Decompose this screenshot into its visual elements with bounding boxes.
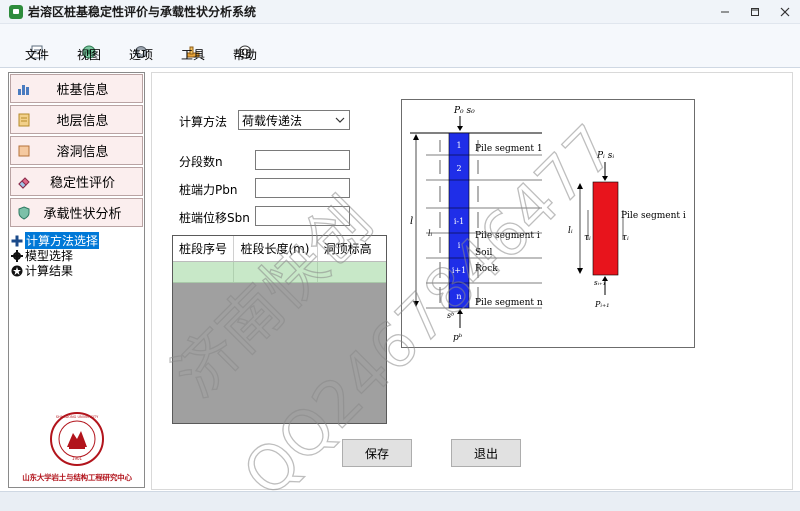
- svg-text:i: i: [458, 241, 461, 250]
- column-header[interactable]: 桩段序号: [173, 236, 235, 261]
- sidebar-item-label: 地层信息: [56, 114, 109, 129]
- label-pile-segment-i: Pile segment i: [475, 231, 540, 241]
- svg-text:2: 2: [456, 164, 461, 173]
- red-pile-segment: [592, 181, 619, 276]
- segments-input[interactable]: [255, 150, 350, 170]
- save-button[interactable]: 保存: [342, 439, 412, 467]
- logo-caption: 山东大学岩土与结构工程研究中心: [22, 473, 132, 482]
- sidebar-item-label: 溶洞信息: [56, 145, 109, 160]
- shield-icon: [17, 205, 31, 220]
- window-controls: [710, 0, 800, 24]
- label-pile-segment-n: Pile segment n: [475, 298, 543, 308]
- svg-text:i+1: i+1: [452, 266, 466, 275]
- exit-button[interactable]: 退出: [451, 439, 521, 467]
- document-icon: [17, 113, 31, 127]
- minimize-icon: [721, 11, 729, 13]
- sidebar-item-bearing-analysis[interactable]: 承载性状分析: [10, 198, 143, 227]
- label-rock: Rock: [475, 264, 498, 274]
- chevron-down-icon: [335, 117, 345, 123]
- university-seal-icon: 1901 SHANDONG UNIVERSITY: [50, 412, 104, 466]
- tree-item-model-select[interactable]: 模型选择: [11, 248, 143, 263]
- star-icon: [11, 265, 23, 277]
- svg-text:n: n: [456, 292, 461, 301]
- toolbar-view-button[interactable]: 视图: [66, 25, 112, 67]
- toolbar-label: 帮助: [232, 48, 257, 62]
- method-label: 计算方法: [179, 115, 228, 129]
- pile-segment-diagram: P₀ s₀ 1 2 i-1 i i+1 n l lᵢ Pile segment …: [410, 106, 686, 343]
- segments-label: 分段数n: [179, 155, 223, 169]
- tree-item-method-select[interactable]: 计算方法选择: [11, 232, 143, 249]
- svg-text:lᵢ: lᵢ: [568, 226, 573, 236]
- right-pile-label: Pile segment i: [621, 211, 686, 221]
- toolbar-help-button[interactable]: 帮助: [222, 25, 268, 67]
- table-header: 桩段序号 桩段长度(m) 洞顶标高: [173, 236, 386, 262]
- method-select-value: 荷载传递法: [242, 113, 303, 128]
- sidebar-item-label: 稳定性评价: [49, 176, 115, 191]
- sidebar-item-stability[interactable]: 稳定性评价: [10, 167, 143, 196]
- svg-text:l: l: [410, 216, 413, 227]
- tree-item-results[interactable]: 计算结果: [11, 263, 143, 278]
- sidebar-item-label: 桩基信息: [56, 83, 109, 98]
- title-bar: 岩溶区桩基稳定性评价与承载性状分析系统: [0, 0, 800, 24]
- table-cell[interactable]: [234, 262, 318, 282]
- sidebar-item-pile-info[interactable]: 桩基信息: [10, 74, 143, 103]
- sidebar: 桩基信息 地层信息 溶洞信息 稳定性评价 承载性状分析 计算方法选择 模型选择 …: [8, 72, 145, 488]
- sidebar-item-label: 承载性状分析: [43, 207, 122, 222]
- svg-text:Pᵢ sᵢ: Pᵢ sᵢ: [596, 151, 614, 161]
- university-logo: 1901 SHANDONG UNIVERSITY 山东大学岩土与结构工程研究中心: [11, 409, 143, 487]
- maximize-button[interactable]: [740, 0, 770, 24]
- tip-displacement-input[interactable]: [255, 206, 350, 226]
- bar-chart-icon: [17, 82, 31, 96]
- window-title: 岩溶区桩基稳定性评价与承载性状分析系统: [28, 5, 257, 19]
- tree-item-label: 计算结果: [25, 264, 74, 278]
- app-icon: [9, 4, 23, 19]
- toolbar: 文件 视图 选项 工具 帮助: [0, 24, 800, 68]
- eraser-icon: [17, 175, 31, 189]
- svg-text:SHANDONG UNIVERSITY: SHANDONG UNIVERSITY: [56, 415, 99, 419]
- method-select[interactable]: 荷载传递法: [238, 110, 350, 130]
- svg-text:1: 1: [456, 141, 461, 150]
- svg-text:i-1: i-1: [454, 217, 464, 226]
- svg-text:lᵢ: lᵢ: [428, 229, 433, 238]
- svg-text:τᵢ: τᵢ: [584, 233, 591, 243]
- top-load-label: P₀ s₀: [453, 106, 475, 116]
- close-icon: [780, 7, 790, 17]
- close-button[interactable]: [770, 0, 800, 24]
- toolbar-options-button[interactable]: 选项: [118, 25, 164, 67]
- toolbar-label: 工具: [180, 48, 205, 62]
- segments-table[interactable]: 桩段序号 桩段长度(m) 洞顶标高: [172, 235, 387, 424]
- svg-text:Pᵢ₊₁: Pᵢ₊₁: [594, 300, 609, 309]
- load-transfer-diagram: P₀ s₀ 1 2 i-1 i i+1 n l lᵢ Pile segment …: [401, 99, 695, 348]
- svg-text:sᵇ: sᵇ: [447, 311, 454, 320]
- svg-text:pᵇ: pᵇ: [453, 333, 463, 343]
- table-cell[interactable]: [318, 262, 386, 282]
- toolbar-file-button[interactable]: 文件: [14, 25, 60, 67]
- table-cell[interactable]: [173, 262, 235, 282]
- tip-force-input[interactable]: [255, 178, 350, 198]
- plus-icon: [11, 235, 23, 247]
- sidebar-item-cave-info[interactable]: 溶洞信息: [10, 136, 143, 165]
- table-row[interactable]: [173, 262, 386, 283]
- toolbar-tools-button[interactable]: 工具: [170, 25, 216, 67]
- box-icon: [17, 144, 31, 158]
- column-header[interactable]: 桩段长度(m): [234, 236, 318, 261]
- label-soil: Soil: [475, 248, 492, 258]
- toolbar-label: 文件: [24, 48, 49, 62]
- toolbar-label: 视图: [76, 48, 101, 62]
- label-pile-segment-1: Pile segment 1: [475, 144, 543, 154]
- toolbar-label: 选项: [128, 48, 153, 62]
- method-tree: 计算方法选择 模型选择 计算结果: [11, 232, 143, 278]
- sidebar-item-stratum-info[interactable]: 地层信息: [10, 105, 143, 134]
- svg-text:1901: 1901: [72, 456, 83, 461]
- minimize-button[interactable]: [710, 0, 740, 24]
- maximize-icon: [751, 8, 759, 16]
- tip-force-label: 桩端力Pbn: [179, 183, 238, 197]
- gear-icon: [11, 249, 23, 262]
- svg-text:τᵢ: τᵢ: [622, 233, 629, 243]
- status-bar: [0, 491, 800, 511]
- main-panel: 计算方法 荷载传递法 分段数n 桩端力Pbn 桩端位移Sbn 桩段序号 桩段长度…: [151, 72, 793, 490]
- tip-displacement-label: 桩端位移Sbn: [179, 211, 250, 225]
- column-header[interactable]: 洞顶标高: [318, 236, 386, 261]
